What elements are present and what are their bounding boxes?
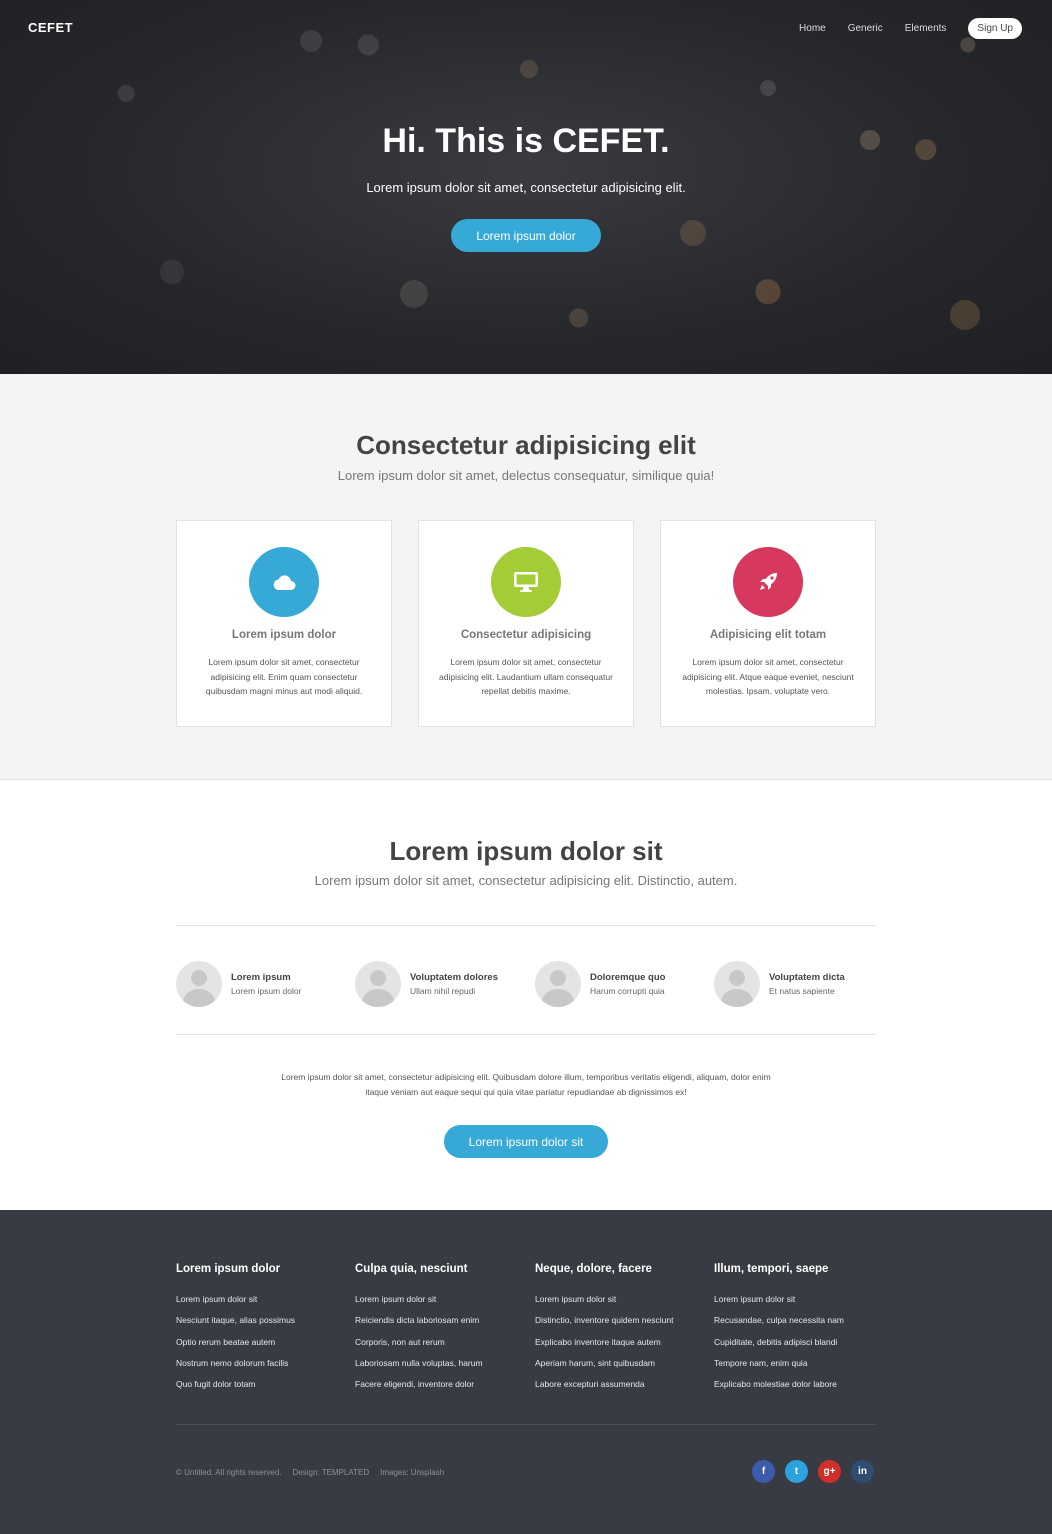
- divider: [176, 925, 876, 926]
- copyright-text: © Untitled. All rights reserved.: [176, 1468, 282, 1477]
- team-section: Lorem ipsum dolor sit Lorem ipsum dolor …: [0, 780, 1052, 1210]
- social-links: f t g+ in: [752, 1460, 884, 1483]
- footer-link[interactable]: Optio rerum beatae autem: [176, 1337, 346, 1358]
- footer-link[interactable]: Lorem ipsum dolor sit: [355, 1294, 525, 1315]
- feature-card: Lorem ipsum dolor Lorem ipsum dolor sit …: [176, 520, 392, 727]
- team-title: Lorem ipsum dolor sit: [389, 836, 663, 866]
- team-paragraph: Lorem ipsum dolor sit amet, consectetur …: [281, 1072, 771, 1097]
- copyright: © Untitled. All rights reserved. Design:…: [176, 1468, 455, 1477]
- nav-elements[interactable]: Elements: [905, 23, 947, 34]
- footer-link[interactable]: Laboriosam nulla voluptas, harum: [355, 1358, 525, 1379]
- avatar: [176, 961, 222, 1007]
- member-name: Lorem ipsum: [231, 972, 291, 983]
- team-member: Lorem ipsum Lorem ipsum dolor: [176, 961, 301, 1007]
- footer-link[interactable]: Lorem ipsum dolor sit: [535, 1294, 705, 1315]
- features-section: Consectetur adipisicing elit Lorem ipsum…: [0, 374, 1052, 780]
- footer-column-title: Neque, dolore, facere: [535, 1263, 652, 1275]
- footer-column-title: Lorem ipsum dolor: [176, 1263, 281, 1275]
- facebook-icon[interactable]: f: [752, 1460, 775, 1483]
- design-credit[interactable]: Design: TEMPLATED: [293, 1468, 370, 1477]
- footer-link[interactable]: Recusandae, culpa necessita nam: [714, 1315, 884, 1336]
- avatar: [714, 961, 760, 1007]
- footer-link[interactable]: Quo fugit dolor totam: [176, 1379, 346, 1400]
- footer-link[interactable]: Nostrum nemo dolorum facilis: [176, 1358, 346, 1379]
- footer-link[interactable]: Explicabo inventore itaque autem: [535, 1337, 705, 1358]
- features-title: Consectetur adipisicing elit: [356, 430, 696, 460]
- features-subtitle: Lorem ipsum dolor sit amet, delectus con…: [337, 468, 715, 483]
- footer-column: Illum, tempori, saepe Lorem ipsum dolor …: [714, 1263, 884, 1400]
- feature-title: Consectetur adipisicing: [460, 629, 592, 641]
- footer-column: Culpa quia, nesciunt Lorem ipsum dolor s…: [355, 1263, 525, 1400]
- hero-cta-button[interactable]: Lorem ipsum dolor: [451, 219, 601, 252]
- footer-link[interactable]: Cupiditate, debitis adipisci blandi: [714, 1337, 884, 1358]
- member-role: Lorem ipsum dolor: [231, 986, 302, 996]
- rocket-icon: [733, 547, 803, 617]
- avatar: [535, 961, 581, 1007]
- footer-link[interactable]: Labore excepturi assumenda: [535, 1379, 705, 1400]
- footer-divider: [176, 1424, 876, 1425]
- member-name: Voluptatem dolores: [410, 972, 498, 983]
- footer-link[interactable]: Tempore nam, enim quia: [714, 1358, 884, 1379]
- team-member: Voluptatem dicta Et natus sapiente: [714, 961, 845, 1007]
- team-cta-button[interactable]: Lorem ipsum dolor sit: [444, 1125, 608, 1158]
- feature-text: Lorem ipsum dolor sit amet, consectetur …: [682, 657, 854, 696]
- linkedin-icon[interactable]: in: [851, 1460, 874, 1483]
- member-role: Et natus sapiente: [769, 986, 835, 996]
- team-subtitle: Lorem ipsum dolor sit amet, consectetur …: [314, 873, 738, 888]
- footer-link[interactable]: Reiciendis dicta laboriosam enim: [355, 1315, 525, 1336]
- feature-card: Adipisicing elit totam Lorem ipsum dolor…: [660, 520, 876, 727]
- footer-link[interactable]: Aperiam harum, sint quibusdam: [535, 1358, 705, 1379]
- nav-generic[interactable]: Generic: [848, 23, 883, 34]
- google-plus-icon[interactable]: g+: [818, 1460, 841, 1483]
- feature-title: Lorem ipsum dolor: [231, 629, 337, 641]
- images-credit[interactable]: Images: Unsplash: [380, 1468, 444, 1477]
- member-name: Voluptatem dicta: [769, 972, 845, 983]
- member-role: Harum corrupti quia: [590, 986, 665, 996]
- footer-link[interactable]: Nesciunt itaque, alias possimus: [176, 1315, 346, 1336]
- footer-link[interactable]: Corporis, non aut rerum: [355, 1337, 525, 1358]
- divider: [176, 1034, 876, 1035]
- top-navigation: CEFET Home Generic Elements Sign Up: [0, 0, 1052, 56]
- footer-link[interactable]: Lorem ipsum dolor sit: [176, 1294, 346, 1315]
- twitter-icon[interactable]: t: [785, 1460, 808, 1483]
- nav-home[interactable]: Home: [799, 23, 826, 34]
- footer-link[interactable]: Explicabo molestiae dolor labore: [714, 1379, 884, 1400]
- hero-subtitle: Lorem ipsum dolor sit amet, consectetur …: [366, 180, 686, 195]
- site-logo[interactable]: CEFET: [28, 20, 73, 35]
- hero-title: Hi. This is CEFET.: [382, 122, 670, 160]
- footer-column: Neque, dolore, facere Lorem ipsum dolor …: [535, 1263, 705, 1400]
- footer-column: Lorem ipsum dolor Lorem ipsum dolor sit …: [176, 1263, 346, 1400]
- team-member: Voluptatem dolores Ullam nihil repudi: [355, 961, 498, 1007]
- footer-link[interactable]: Distinctio, inventore quidem nesciunt: [535, 1315, 705, 1336]
- footer-link[interactable]: Lorem ipsum dolor sit: [714, 1294, 884, 1315]
- feature-text: Lorem ipsum dolor sit amet, consectetur …: [439, 657, 613, 696]
- desktop-icon: [491, 547, 561, 617]
- member-role: Ullam nihil repudi: [410, 986, 476, 996]
- member-name: Doloremque quo: [590, 972, 666, 983]
- feature-title: Adipisicing elit totam: [709, 629, 827, 641]
- signup-button[interactable]: Sign Up: [968, 18, 1022, 39]
- footer-column-title: Illum, tempori, saepe: [714, 1263, 829, 1275]
- hero-banner: CEFET Home Generic Elements Sign Up Hi. …: [0, 0, 1052, 374]
- feature-text: Lorem ipsum dolor sit amet, consectetur …: [205, 657, 363, 696]
- feature-card: Consectetur adipisicing Lorem ipsum dolo…: [418, 520, 634, 727]
- team-member: Doloremque quo Harum corrupti quia: [535, 961, 665, 1007]
- avatar: [355, 961, 401, 1007]
- cloud-icon: [249, 547, 319, 617]
- main-nav: Home Generic Elements Sign Up: [777, 18, 1022, 39]
- footer: Lorem ipsum dolor Lorem ipsum dolor sit …: [0, 1210, 1052, 1534]
- footer-column-title: Culpa quia, nesciunt: [355, 1263, 468, 1275]
- footer-link[interactable]: Facere eligendi, inventore dolor: [355, 1379, 525, 1400]
